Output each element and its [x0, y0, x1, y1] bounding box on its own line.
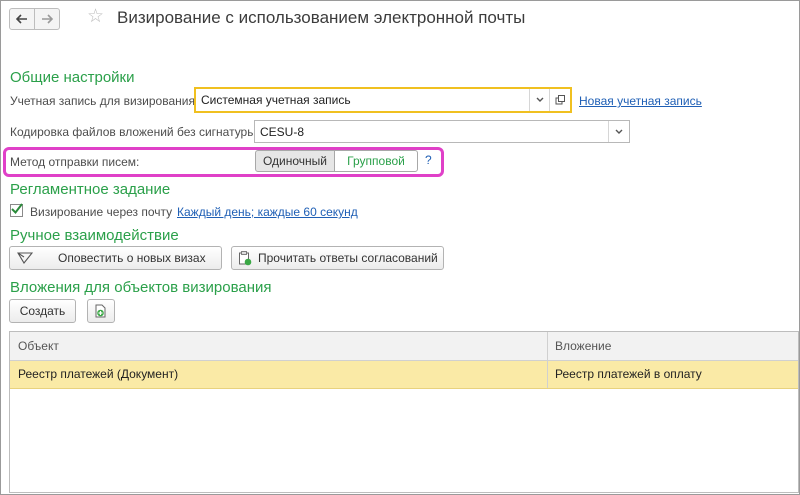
- encoding-value: CESU-8: [260, 124, 305, 139]
- encoding-dropdown-button[interactable]: [608, 121, 629, 142]
- star-icon[interactable]: ☆: [87, 7, 104, 27]
- table-header: Объект Вложение: [10, 332, 798, 361]
- schedule-link[interactable]: Каждый день; каждые 60 секунд: [177, 205, 358, 219]
- encoding-label: Кодировка файлов вложений без сигнатуры:: [10, 125, 260, 139]
- help-link[interactable]: ?: [425, 153, 432, 167]
- forward-button[interactable]: [34, 8, 60, 30]
- dropdown-arrow-icon: [536, 97, 544, 102]
- add-copy-button[interactable]: [87, 299, 115, 323]
- attachments-heading: Вложения для объектов визирования: [10, 279, 272, 296]
- open-form-button[interactable]: [549, 89, 570, 111]
- attachments-table[interactable]: Объект Вложение Реестр платежей (Докумен…: [9, 331, 799, 493]
- account-value: Системная учетная запись: [201, 93, 351, 107]
- read-approval-replies-button[interactable]: Прочитать ответы согласований: [231, 246, 444, 270]
- send-method-group-button[interactable]: Групповой: [334, 150, 418, 172]
- page-title: Визирование с использованием электронной…: [117, 8, 526, 27]
- open-account-button[interactable]: [529, 89, 550, 111]
- notify-new-visas-label: Оповестить о новых визах: [58, 251, 206, 265]
- create-button[interactable]: Создать: [9, 299, 76, 323]
- scheduled-task-heading: Регламентное задание: [10, 181, 171, 198]
- column-header-attachment[interactable]: Вложение: [555, 339, 611, 353]
- notify-new-visas-button[interactable]: Оповестить о новых визах: [9, 246, 222, 270]
- table-cell-object: Реестр платежей (Документ): [18, 367, 179, 381]
- arrow-right-icon: [42, 14, 53, 24]
- table-cell-attachment: Реестр платежей в оплату: [555, 367, 702, 381]
- new-account-link[interactable]: Новая учетная запись: [579, 94, 702, 108]
- checkmark-icon: [11, 203, 23, 215]
- read-approval-replies-label: Прочитать ответы согласований: [258, 251, 438, 265]
- back-button[interactable]: [9, 8, 35, 30]
- table-row[interactable]: Реестр платежей (Документ) Реестр платеж…: [10, 361, 798, 389]
- general-settings-heading: Общие настройки: [10, 69, 135, 86]
- column-header-object[interactable]: Объект: [18, 339, 59, 353]
- send-icon: [17, 252, 33, 264]
- account-label: Учетная запись для визирования:: [10, 94, 199, 108]
- account-select[interactable]: Системная учетная запись: [194, 87, 572, 113]
- email-approval-label: Визирование через почту: [30, 205, 173, 219]
- send-method-single-button[interactable]: Одиночный: [255, 150, 335, 172]
- email-approval-checkbox[interactable]: [10, 203, 23, 217]
- open-window-icon: [555, 95, 565, 105]
- manual-interaction-heading: Ручное взаимодействие: [10, 227, 179, 244]
- dropdown-arrow-icon: [615, 129, 623, 134]
- column-divider: [547, 332, 548, 388]
- encoding-select[interactable]: CESU-8: [254, 120, 630, 143]
- copy-add-icon: [95, 304, 106, 317]
- clipboard-refresh-icon: [239, 250, 252, 265]
- arrow-left-icon: [16, 14, 27, 24]
- send-method-label: Метод отправки писем:: [10, 155, 140, 169]
